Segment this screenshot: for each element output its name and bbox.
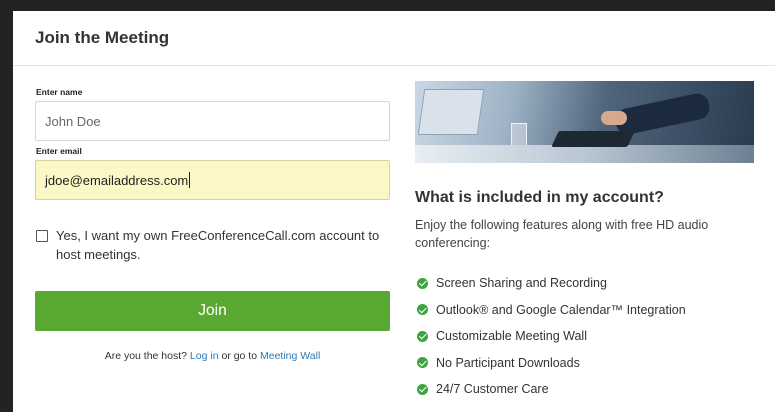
text-caret: [189, 172, 191, 188]
feature-label: Customizable Meeting Wall: [436, 329, 587, 344]
modal-title: Join the Meeting: [35, 28, 170, 47]
host-links: Are you the host? Log in or go to Meetin…: [35, 350, 390, 362]
laptop-shape: [417, 89, 485, 135]
feature-item: Customizable Meeting Wall: [415, 323, 760, 350]
join-meeting-modal: Join the Meeting Enter name John Doe Ent…: [13, 11, 775, 412]
name-input[interactable]: John Doe: [35, 101, 390, 141]
check-circle-icon: [417, 304, 428, 316]
feature-item: 24/7 Customer Care: [415, 376, 760, 403]
account-info-description: Enjoy the following features along with …: [415, 218, 709, 250]
feature-list: Screen Sharing and Recording Outlook® an…: [415, 270, 760, 403]
feature-label: 24/7 Customer Care: [436, 382, 549, 397]
hand-shape: [601, 111, 627, 125]
check-circle-icon: [417, 383, 428, 395]
feature-item: Screen Sharing and Recording: [415, 270, 760, 297]
host-prefix-text: Are you the host?: [104, 350, 187, 362]
glass-shape: [511, 123, 527, 147]
host-account-checkbox-label[interactable]: Yes, I want my own FreeConferenceCall.co…: [56, 226, 390, 264]
check-circle-icon: [417, 357, 428, 369]
name-field-group: Enter name John Doe: [35, 87, 390, 141]
join-button[interactable]: Join: [35, 291, 390, 331]
account-info-title: What is included in my account?: [415, 189, 664, 206]
check-circle-icon: [417, 330, 428, 342]
email-input-value: jdoe@emailaddress.com: [45, 172, 189, 188]
host-account-checkbox[interactable]: [36, 230, 48, 242]
modal-header: Join the Meeting: [13, 11, 775, 66]
table-shape: [415, 145, 754, 163]
check-circle-icon: [417, 277, 428, 289]
name-label: Enter name: [36, 87, 83, 97]
email-field-group: Enter email jdoe@emailaddress.com: [35, 146, 390, 200]
host-account-option: Yes, I want my own FreeConferenceCall.co…: [35, 226, 390, 264]
feature-label: No Participant Downloads: [436, 355, 580, 370]
meeting-wall-link[interactable]: Meeting Wall: [260, 350, 320, 362]
email-input[interactable]: jdoe@emailaddress.com: [35, 160, 390, 200]
business-meeting-photo: [415, 81, 754, 163]
feature-label: Outlook® and Google Calendar™ Integratio…: [436, 302, 686, 317]
login-link[interactable]: Log in: [190, 350, 219, 362]
feature-item: Outlook® and Google Calendar™ Integratio…: [415, 297, 760, 324]
account-info-panel: What is included in my account? Enjoy th…: [415, 81, 760, 403]
host-middle-text: or go to: [221, 350, 258, 362]
feature-label: Screen Sharing and Recording: [436, 276, 607, 291]
join-button-label: Join: [198, 302, 227, 319]
feature-item: No Participant Downloads: [415, 350, 760, 377]
email-label: Enter email: [36, 146, 82, 156]
arm-shape: [613, 91, 712, 137]
join-form: Enter name John Doe Enter email jdoe@ema…: [35, 87, 390, 362]
name-input-value: John Doe: [45, 113, 101, 129]
